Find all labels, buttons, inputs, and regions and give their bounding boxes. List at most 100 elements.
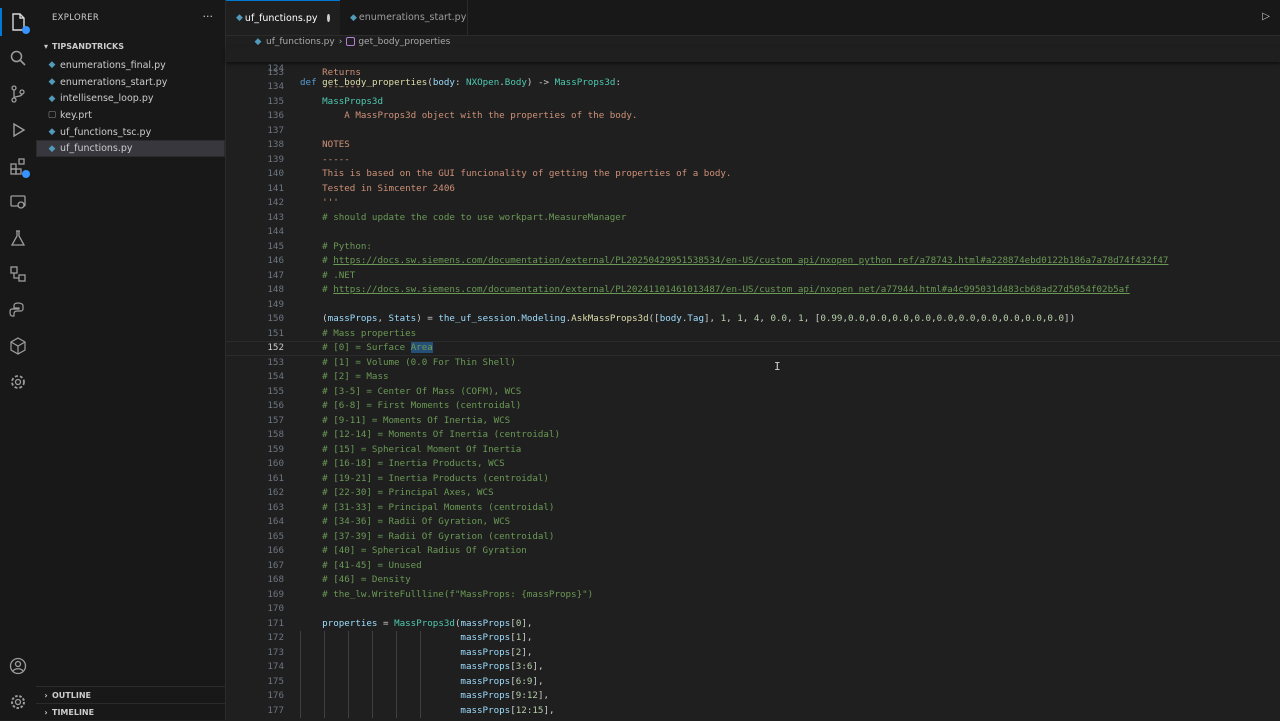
sticky-scroll-line[interactable]: 124 def get_body_properties(body: NXOpen… <box>226 47 1280 88</box>
breadcrumb-file[interactable]: uf_functions.py <box>266 37 335 47</box>
run-file-icon[interactable]: ▷ <box>1262 11 1270 22</box>
code-text: # [15] = Spherical Moment Of Inertia <box>300 443 522 455</box>
code-text: This is based on the GUI funcionality of… <box>300 168 732 179</box>
tab-enumerations-start[interactable]: ◆ enumerations_start.py <box>340 0 468 35</box>
code-text: # [37-39] = Radii Of Gyration (centroida… <box>300 530 555 542</box>
code-line[interactable]: 157 # [9-11] = Moments Of Inertia, WCS <box>226 414 1280 429</box>
code-line[interactable]: 172 massProps[1], <box>226 631 1280 646</box>
code-line[interactable]: 140 This is based on the GUI funcionalit… <box>226 167 1280 182</box>
line-number: 170 <box>267 603 284 614</box>
code-line[interactable]: 168 # [46] = Density <box>226 573 1280 588</box>
line-number: 152 <box>267 342 284 353</box>
code-line[interactable]: 164 # [34-36] = Radii Of Gyration, WCS <box>226 515 1280 530</box>
code-text: # [46] = Density <box>300 574 411 585</box>
breadcrumb-separator: › <box>338 36 343 47</box>
line-number: 175 <box>267 675 284 687</box>
code-line[interactable]: 175 massProps[6:9], <box>226 674 1280 689</box>
code-line[interactable]: 148 # https://docs.sw.siemens.com/docume… <box>226 283 1280 298</box>
code-line[interactable]: 142 ''' <box>226 196 1280 211</box>
code-line[interactable]: 143 # should update the code to use work… <box>226 211 1280 226</box>
extensions-icon[interactable] <box>0 148 36 184</box>
source-control-icon[interactable] <box>0 76 36 112</box>
code-text: # [2] = Mass <box>300 371 389 382</box>
code-line[interactable]: 173 massProps[2], <box>226 645 1280 660</box>
line-number: 169 <box>267 588 284 600</box>
code-line[interactable]: 150 (massProps, Stats) = the_uf_session.… <box>226 312 1280 327</box>
outline-section[interactable]: › OUTLINE <box>36 686 229 704</box>
code-line[interactable]: 147 # .NET <box>226 269 1280 284</box>
account-icon[interactable] <box>0 648 36 684</box>
code-line[interactable]: 165 # [37-39] = Radii Of Gyration (centr… <box>226 530 1280 545</box>
code-line[interactable]: 135 MassProps3d <box>226 95 1280 110</box>
code-line[interactable]: 154 # [2] = Mass <box>226 370 1280 385</box>
code-line[interactable]: 171 properties = MassProps3d(massProps[0… <box>226 617 1280 632</box>
file-item[interactable]: ▢ key.prt <box>36 107 225 124</box>
tab-uf-functions[interactable]: ◆ uf_functions.py <box>226 0 340 35</box>
file-item[interactable]: ◆ enumerations_start.py <box>36 74 225 91</box>
cube-icon[interactable] <box>0 328 36 364</box>
python-file-icon: ◆ <box>48 60 56 71</box>
more-actions-icon[interactable]: ··· <box>203 10 214 23</box>
code-line[interactable]: 166 # [40] = Spherical Radius Of Gyratio… <box>226 544 1280 559</box>
sticky-code: def get_body_properties(body: NXOpen.Bod… <box>300 77 621 88</box>
code-line[interactable]: 139 ----- <box>226 153 1280 168</box>
code-line[interactable]: 152 # [0] = Surface Area <box>226 341 1280 356</box>
code-line[interactable]: 163 # [31-33] = Principal Moments (centr… <box>226 501 1280 516</box>
code-line[interactable]: 160 # [16-18] = Inertia Products, WCS <box>226 457 1280 472</box>
code-line[interactable]: 161 # [19-21] = Inertia Products (centro… <box>226 472 1280 487</box>
code-line[interactable]: 156 # [6-8] = First Moments (centroidal) <box>226 399 1280 414</box>
settings-gear-icon[interactable] <box>0 684 36 720</box>
file-item[interactable]: ◆ enumerations_final.py <box>36 57 225 74</box>
code-line[interactable]: 138 NOTES <box>226 138 1280 153</box>
code-text: A MassProps3d object with the properties… <box>300 110 638 121</box>
explorer-icon[interactable] <box>0 4 36 40</box>
code-text: # [12-14] = Moments Of Inertia (centroid… <box>300 429 560 440</box>
code-line[interactable]: 136 A MassProps3d object with the proper… <box>226 109 1280 124</box>
search-icon[interactable] <box>0 40 36 76</box>
code-text: # should update the code to use workpart… <box>300 211 627 223</box>
timeline-section[interactable]: › TIMELINE <box>36 703 229 721</box>
code-line[interactable]: 149 <box>226 298 1280 313</box>
code-line[interactable]: 155 # [3-5] = Center Of Mass (COFM), WCS <box>226 385 1280 400</box>
code-line[interactable]: 167 # [41-45] = Unused <box>226 559 1280 574</box>
line-number: 168 <box>267 574 284 585</box>
code-line[interactable]: 153 # [1] = Volume (0.0 For Thin Shell) <box>226 356 1280 371</box>
project-manager-icon[interactable] <box>0 256 36 292</box>
code-line[interactable]: 162 # [22-30] = Principal Axes, WCS <box>226 486 1280 501</box>
testing-flask-icon[interactable] <box>0 220 36 256</box>
modified-dot-icon[interactable] <box>327 14 330 22</box>
line-number: 150 <box>267 313 284 324</box>
file-name: uf_functions.py <box>60 143 133 155</box>
line-number: 151 <box>267 327 284 339</box>
code-line[interactable]: 177 massProps[12:15], <box>226 703 1280 718</box>
code-line[interactable]: 158 # [12-14] = Moments Of Inertia (cent… <box>226 428 1280 443</box>
remote-explorer-icon[interactable] <box>0 184 36 220</box>
code-text: # https://docs.sw.siemens.com/documentat… <box>300 284 1130 295</box>
gear-extension-icon[interactable] <box>0 364 36 400</box>
code-text: # [0] = Surface Area <box>300 342 433 353</box>
code-line[interactable]: 146 # https://docs.sw.siemens.com/docume… <box>226 254 1280 269</box>
code-line[interactable]: 170 <box>226 602 1280 617</box>
code-line[interactable]: 151 # Mass properties <box>226 327 1280 342</box>
line-number: 153 <box>267 356 284 368</box>
code-text: # https://docs.sw.siemens.com/documentat… <box>300 255 1169 266</box>
code-line[interactable]: 176 massProps[9:12], <box>226 689 1280 704</box>
breadcrumb-symbol[interactable]: get_body_properties <box>358 37 450 47</box>
file-item[interactable]: ◆ uf_functions.py <box>36 140 225 158</box>
file-item[interactable]: ◆ intellisense_loop.py <box>36 90 225 107</box>
folder-header[interactable]: ▾ TIPSANDTRICKS <box>36 35 225 57</box>
python-file-icon: ◆ <box>236 13 243 23</box>
code-line[interactable]: 174 massProps[3:6], <box>226 660 1280 675</box>
file-item[interactable]: ◆ uf_functions_tsc.py <box>36 124 225 141</box>
code-line[interactable]: 137 <box>226 124 1280 139</box>
editor-area: ◆ uf_functions.py ◆ enumerations_start.p… <box>226 0 1280 720</box>
code-line[interactable]: 159 # [15] = Spherical Moment Of Inertia <box>226 443 1280 458</box>
code-text: # [41-45] = Unused <box>300 559 422 571</box>
code-text: massProps[9:12], <box>460 690 550 701</box>
run-debug-icon[interactable] <box>0 112 36 148</box>
code-line[interactable]: 145 # Python: <box>226 240 1280 255</box>
code-line[interactable]: 169 # the_lw.WriteFullline(f"MassProps: … <box>226 588 1280 603</box>
code-line[interactable]: 144 <box>226 225 1280 240</box>
python-icon[interactable] <box>0 292 36 328</box>
code-line[interactable]: 141 Tested in Simcenter 2406 <box>226 182 1280 197</box>
